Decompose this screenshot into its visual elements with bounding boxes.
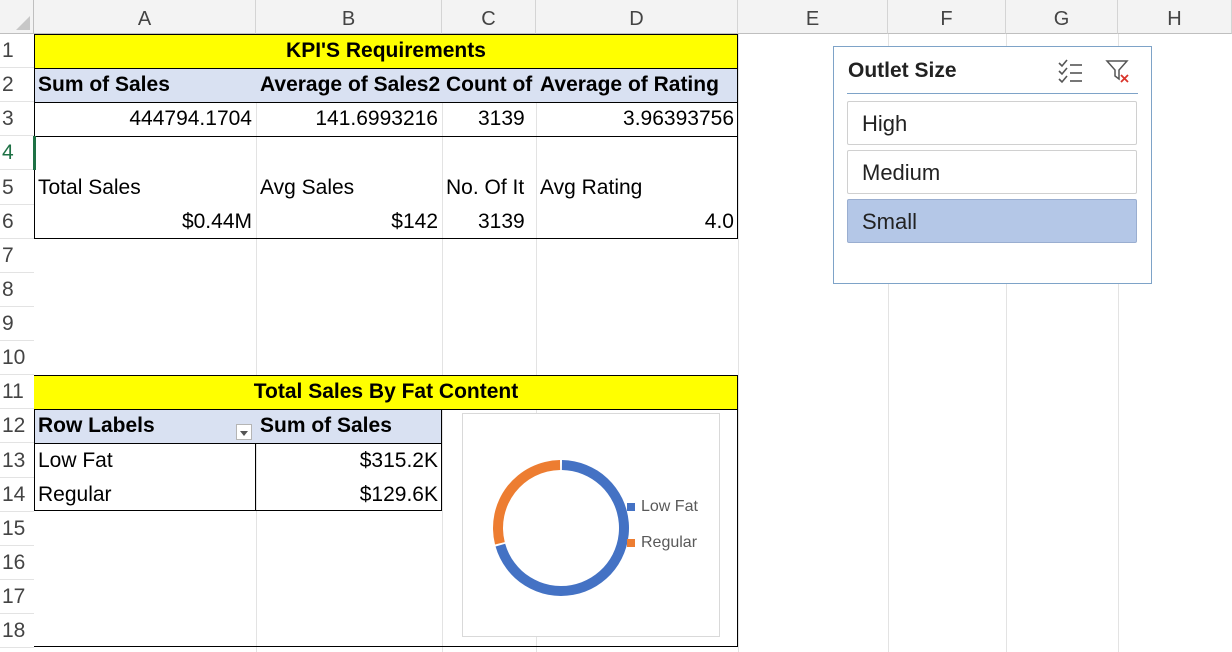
kpi-header-count[interactable]: Count of — [442, 68, 536, 102]
clear-filter-icon[interactable] — [1104, 57, 1132, 85]
row-header-17[interactable]: 17 — [0, 580, 34, 614]
kpi-title[interactable]: KPI'S Requirements — [34, 34, 738, 68]
legend-item-regular[interactable]: Regular — [627, 534, 697, 552]
kpi-label-item-count[interactable]: No. Of It — [442, 171, 536, 205]
kpi-formatted-count[interactable]: 3139 — [442, 205, 536, 239]
pivot-row-label[interactable]: Low Fat — [34, 444, 256, 478]
column-header-e[interactable]: E — [738, 0, 888, 34]
kpi-label-avg-rating[interactable]: Avg Rating — [536, 171, 738, 205]
pivot-header-sum-of-sales[interactable]: Sum of Sales — [256, 409, 442, 443]
column-header-a[interactable]: A — [34, 0, 256, 34]
kpi-formatted-total-sales[interactable]: $0.44M — [34, 205, 256, 239]
slicer-title: Outlet Size — [848, 59, 957, 82]
row-labels-filter-dropdown[interactable] — [236, 424, 252, 440]
row-header-1[interactable]: 1 — [0, 34, 34, 68]
column-header-g[interactable]: G — [1006, 0, 1118, 34]
column-header-h[interactable]: H — [1118, 0, 1232, 34]
column-header-f[interactable]: F — [888, 0, 1006, 34]
row-header-4[interactable]: 4 — [0, 136, 34, 170]
row-header-12[interactable]: 12 — [0, 409, 34, 443]
row-header-15[interactable]: 15 — [0, 512, 34, 546]
slicer-item-medium[interactable]: Medium — [847, 150, 1137, 194]
pivot-header-row-labels[interactable]: Row Labels — [34, 409, 256, 443]
column-header-d[interactable]: D — [536, 0, 738, 34]
row-header-13[interactable]: 13 — [0, 444, 34, 478]
row-header-16[interactable]: 16 — [0, 546, 34, 580]
fat-content-donut-chart[interactable]: Low Fat Regular — [462, 413, 720, 637]
row-header-6[interactable]: 6 — [0, 205, 34, 239]
legend-swatch-icon — [627, 502, 635, 511]
kpi-header-avg-rating[interactable]: Average of Rating — [536, 68, 738, 102]
multi-select-icon[interactable] — [1056, 57, 1084, 85]
donut-svg — [493, 460, 629, 596]
kpi-value-avg-sales[interactable]: 141.6993216 — [256, 102, 442, 136]
kpi-value-avg-rating[interactable]: 3.96393756 — [536, 102, 738, 136]
kpi-label-avg-sales[interactable]: Avg Sales — [256, 171, 442, 205]
active-cell-indicator — [33, 136, 36, 170]
legend-item-low-fat[interactable]: Low Fat — [627, 498, 698, 516]
row-header-3[interactable]: 3 — [0, 102, 34, 136]
kpi-header-avg-sales[interactable]: Average of Sales2 — [256, 68, 442, 102]
row-header-10[interactable]: 10 — [0, 341, 34, 375]
legend-label: Low Fat — [641, 498, 698, 515]
kpi-value-sum-sales[interactable]: 444794.1704 — [34, 102, 256, 136]
row-header-7[interactable]: 7 — [0, 239, 34, 273]
outlet-size-slicer[interactable]: Outlet Size High Medium Small — [833, 46, 1152, 284]
row-header-8[interactable]: 8 — [0, 273, 34, 307]
row-header-14[interactable]: 14 — [0, 478, 34, 512]
row-header-18[interactable]: 18 — [0, 614, 34, 648]
legend-label: Regular — [641, 534, 698, 551]
kpi-header-sum-sales[interactable]: Sum of Sales — [34, 68, 256, 102]
row-header-5[interactable]: 5 — [0, 171, 34, 205]
kpi-formatted-avg-sales[interactable]: $142 — [256, 205, 442, 239]
slicer-item-small[interactable]: Small — [847, 199, 1137, 243]
fat-table-title[interactable]: Total Sales By Fat Content — [34, 375, 738, 409]
kpi-formatted-avg-rating[interactable]: 4.0 — [536, 205, 738, 239]
pivot-row-value[interactable]: $129.6K — [256, 478, 442, 512]
legend-swatch-icon — [627, 538, 635, 547]
pivot-row-value[interactable]: $315.2K — [256, 444, 442, 478]
pivot-row-label[interactable]: Regular — [34, 478, 256, 512]
column-header-b[interactable]: B — [256, 0, 442, 34]
slicer-item-high[interactable]: High — [847, 101, 1137, 145]
row-header-2[interactable]: 2 — [0, 68, 34, 102]
donut-slice-regular[interactable] — [493, 460, 561, 545]
column-header-c[interactable]: C — [442, 0, 536, 34]
kpi-label-total-sales[interactable]: Total Sales — [34, 171, 256, 205]
row-header-9[interactable]: 9 — [0, 307, 34, 341]
kpi-value-count[interactable]: 3139 — [442, 102, 536, 136]
select-all-corner[interactable] — [0, 0, 34, 34]
row-header-11[interactable]: 11 — [0, 375, 34, 409]
